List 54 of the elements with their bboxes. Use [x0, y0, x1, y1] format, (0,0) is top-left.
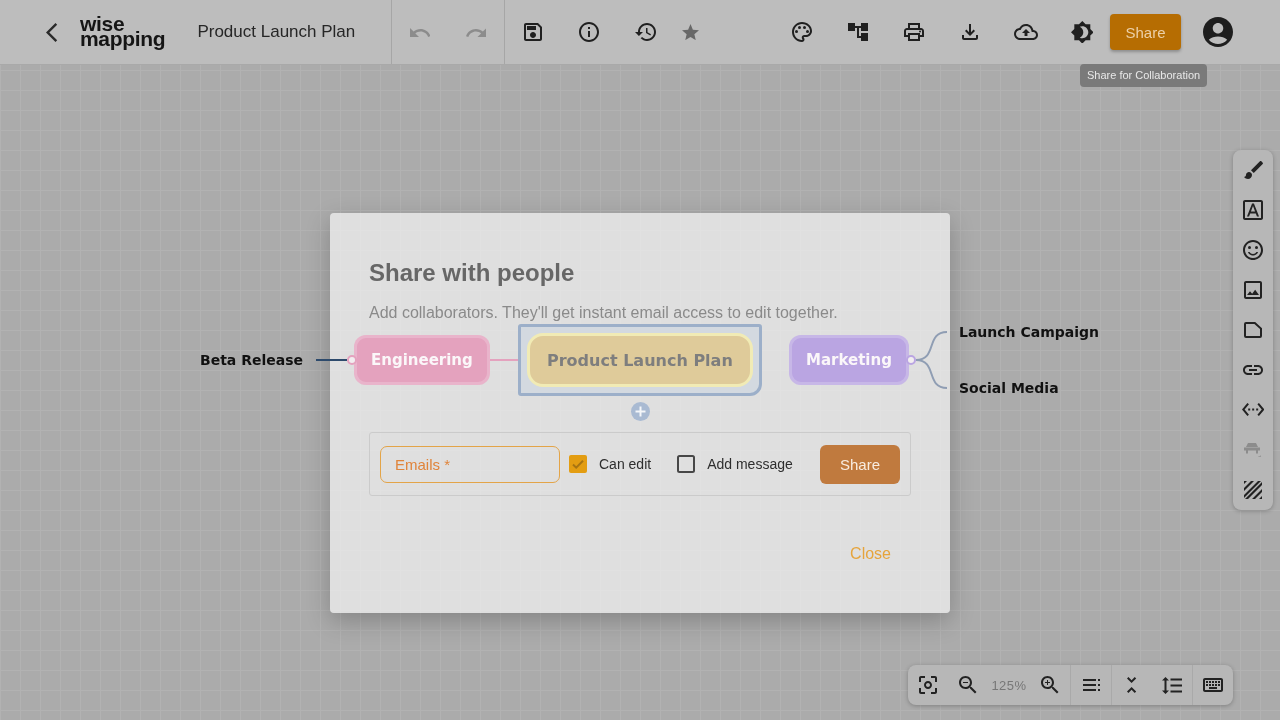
connector-line [489, 359, 519, 361]
history-icon [634, 23, 656, 41]
link-icon [1243, 365, 1263, 375]
connector-line [315, 359, 348, 361]
stripes-icon [1244, 481, 1262, 499]
focus-icon [919, 676, 937, 694]
hierarchy-icon [848, 23, 868, 41]
font-icon [1243, 200, 1263, 220]
zoom-out-icon [959, 676, 977, 694]
checkbox-label: Add message [707, 455, 793, 473]
topic-node[interactable]: Marketing [789, 335, 909, 385]
cloud-upload-icon [1014, 24, 1038, 40]
download-icon [962, 24, 978, 40]
share-button[interactable]: Share [1110, 14, 1181, 50]
tooltip: Share for Collaboration [1080, 64, 1208, 87]
connector-line [915, 359, 948, 389]
dialog-description: Add collaborators. They'll get instant email access to edit together. [369, 303, 838, 323]
topic-node[interactable]: Engineering [354, 335, 490, 385]
smiley-icon [1243, 240, 1263, 260]
zoom-in-icon [1041, 676, 1059, 694]
collapse-handle-icon[interactable] [347, 355, 357, 365]
table-icon [1244, 442, 1262, 458]
checkbox[interactable] [677, 455, 696, 473]
printer-icon [904, 23, 924, 41]
subtopic[interactable]: Launch Campaign [959, 323, 1099, 341]
share-button[interactable]: Share [820, 444, 900, 484]
account-button[interactable] [1200, 14, 1236, 50]
email-field[interactable]: Emails * [380, 445, 560, 483]
info-icon [579, 22, 599, 42]
zoom-level: 125% [990, 677, 1028, 693]
brightness-icon [1070, 20, 1094, 44]
angle-brackets-icon [1241, 403, 1265, 417]
subtopic[interactable]: Beta Release [200, 351, 304, 369]
app-logo: wise mapping [80, 13, 166, 51]
brush-icon [1243, 161, 1263, 179]
list-icon [1082, 679, 1100, 691]
collapse-handle-icon[interactable] [906, 355, 916, 365]
central-topic[interactable]: Product Launch Plan [527, 333, 753, 387]
keyboard-icon [1203, 678, 1223, 692]
image-icon [1244, 281, 1262, 299]
redo-icon [465, 27, 487, 37]
palette-icon [792, 22, 812, 42]
map-title: Product Launch Plan [197, 22, 356, 42]
close-button[interactable]: Close [842, 542, 899, 566]
chevron-left-icon [46, 22, 58, 42]
dialog-title: Share with people [369, 258, 575, 288]
note-icon [1244, 322, 1262, 338]
collapse-icon [1127, 677, 1137, 693]
checkbox[interactable] [569, 455, 587, 473]
checkbox-label: Can edit [599, 455, 652, 473]
account-icon [1203, 17, 1233, 47]
subtopic[interactable]: Social Media [959, 379, 1059, 397]
undo-icon [409, 27, 431, 37]
line-spacing-icon [1161, 676, 1183, 694]
